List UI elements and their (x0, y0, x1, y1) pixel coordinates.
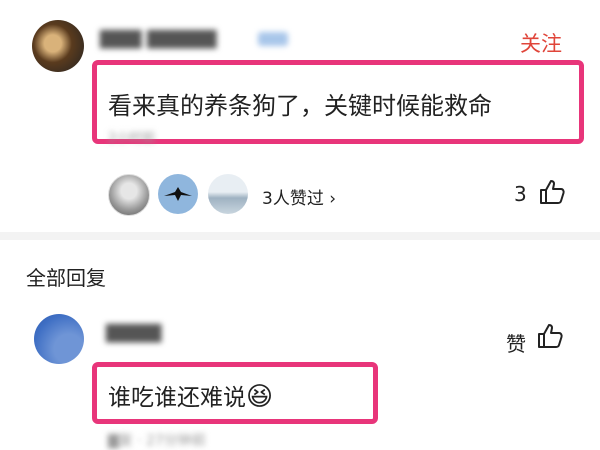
reply-text: 谁吃谁还难说😆 (108, 382, 274, 412)
reply-footer: ▇复 · 27分钟前 (108, 433, 206, 449)
commenter-avatar[interactable] (32, 20, 84, 72)
commenter-badge (258, 32, 288, 46)
thumbs-up-icon[interactable] (538, 178, 566, 206)
thumbs-up-icon-svg (540, 180, 565, 204)
eagle-icon (164, 187, 192, 201)
liker-avatar-1[interactable] (108, 174, 150, 216)
section-divider (0, 232, 600, 240)
reply-like-label[interactable]: 赞 (506, 328, 526, 357)
reply-avatar[interactable] (34, 314, 84, 364)
replies-section-title: 全部回复 (26, 266, 106, 290)
commenter-username[interactable]: ▇▇▇ ▇▇▇▇▇ (100, 28, 216, 50)
laughing-emoji-icon: 😆 (246, 382, 274, 412)
comment-time: 2小时前 (108, 131, 156, 146)
reply-thumbs-up-icon[interactable] (536, 322, 564, 350)
reply-username[interactable]: ▇▇▇▇ (106, 322, 161, 343)
follow-button[interactable]: 关注 (520, 28, 562, 58)
liker-avatar-3[interactable] (208, 174, 248, 214)
comment-text: 看来真的养条狗了，关键时候能救命 (108, 92, 492, 120)
liker-avatar-2[interactable] (158, 174, 198, 214)
thumbs-up-icon-svg-2 (538, 324, 563, 348)
like-count: 3 (514, 182, 527, 206)
likers-link[interactable]: 3人赞过 › (262, 184, 336, 209)
